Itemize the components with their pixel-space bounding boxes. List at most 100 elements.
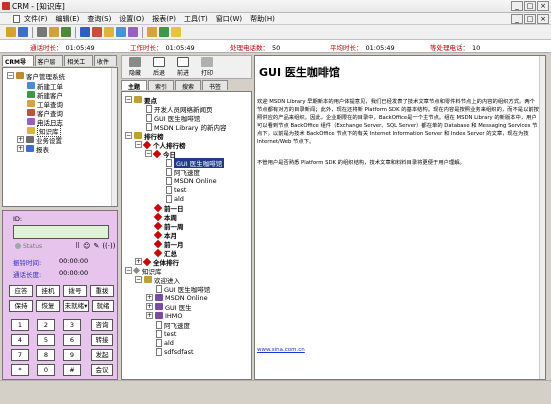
settings-icon[interactable] <box>128 27 138 37</box>
book-icon[interactable] <box>159 27 169 37</box>
tab-contents[interactable]: 主题 <box>121 80 148 91</box>
tree-node[interactable]: sdfsdfast <box>156 347 194 356</box>
key-7[interactable]: 7 <box>11 349 29 361</box>
tab-crm-nav[interactable]: CRM导航 <box>2 55 34 75</box>
pen-icon[interactable]: ✎ <box>93 242 99 250</box>
save-icon[interactable] <box>18 27 28 37</box>
tab-customer[interactable]: 客户层面 <box>34 55 64 75</box>
paste-icon[interactable] <box>61 27 71 37</box>
hold-button[interactable]: 保持 <box>9 300 33 312</box>
collapse-icon[interactable]: − <box>7 72 14 79</box>
key-star[interactable]: * <box>11 364 29 376</box>
article-pane: GUI 医生咖啡馆 欢迎 MSDN Library 早期新本的用户体提意见，我们… <box>254 55 546 380</box>
redial-button[interactable]: 重拨 <box>90 285 114 297</box>
edit-icon[interactable] <box>147 27 157 37</box>
consult-button[interactable]: 咨询 <box>91 319 113 331</box>
tree-root[interactable]: − 客户管理系统 <box>7 71 65 81</box>
close-button[interactable]: × <box>537 1 549 11</box>
key-2[interactable]: 2 <box>37 319 55 331</box>
signal-icon[interactable]: ((·)) <box>102 242 115 250</box>
mdi-maximize-button[interactable]: □ <box>524 14 536 24</box>
tab-bookmarks[interactable]: 书签 <box>202 80 229 91</box>
mdi-minimize-button[interactable]: _ <box>511 14 523 24</box>
book-icon <box>134 132 142 139</box>
chat-icon[interactable] <box>104 27 114 37</box>
key-9[interactable]: 9 <box>63 349 81 361</box>
diamond-icon <box>142 140 152 149</box>
copy-icon[interactable] <box>49 27 59 37</box>
arrow-left-icon <box>153 57 165 67</box>
title-bar: CRM - [知识库] _ □ × <box>0 0 551 13</box>
forward-button[interactable]: 前进 <box>172 57 194 77</box>
not-ready-dropdown[interactable]: 未就绪▾ <box>63 300 89 312</box>
key-5[interactable]: 5 <box>37 334 55 346</box>
key-0[interactable]: 0 <box>37 364 55 376</box>
menu-query[interactable]: 查询(S) <box>83 14 115 24</box>
order-query-icon <box>27 100 35 107</box>
tree-node[interactable]: GUI 医生咖啡馆 <box>156 284 210 294</box>
tree-node[interactable]: − 要点 <box>125 95 157 105</box>
tab-related-orders[interactable]: 相关工单 <box>64 55 93 75</box>
scrollbar[interactable] <box>111 68 117 206</box>
key-6[interactable]: 6 <box>63 334 81 346</box>
scrollbar[interactable] <box>539 56 545 379</box>
tree-node[interactable]: + GUI 医生 <box>146 302 192 312</box>
answer-button[interactable]: 应答 <box>9 285 33 297</box>
back-button[interactable]: 后退 <box>148 57 170 77</box>
document-icon <box>13 14 20 23</box>
menu-file[interactable]: 文件(F) <box>20 14 52 24</box>
call-status-bar: 通话时长： 01:05:49 工作时长： 01:05:49 处理电话数： 50 平均时… <box>0 40 551 53</box>
user-icon[interactable] <box>80 27 90 37</box>
customer-query-icon <box>27 109 35 116</box>
expand-icon[interactable]: + <box>17 145 24 152</box>
tree-node[interactable]: 阿飞速度 <box>166 167 200 177</box>
tree-node[interactable]: test <box>166 185 186 194</box>
menu-reports[interactable]: 报表(P) <box>148 14 180 24</box>
open-folder-icon[interactable] <box>6 27 16 37</box>
tab-search[interactable]: 搜索 <box>175 80 202 91</box>
key-3[interactable]: 3 <box>63 319 81 331</box>
sidebar-item-reports[interactable]: + 报表 <box>17 144 49 154</box>
cut-icon[interactable] <box>37 27 47 37</box>
menu-settings[interactable]: 设置(O) <box>115 14 148 24</box>
tab-index[interactable]: 索引 <box>148 80 175 91</box>
help-icon[interactable] <box>171 27 181 37</box>
key-hash[interactable]: # <box>63 364 81 376</box>
page-icon <box>166 185 172 194</box>
reports-icon <box>26 145 34 152</box>
page-icon <box>156 320 162 329</box>
mdi-close-button[interactable]: × <box>537 14 549 24</box>
maximize-button[interactable]: □ <box>524 1 536 11</box>
key-8[interactable]: 8 <box>37 349 55 361</box>
tree-node[interactable]: test <box>156 329 176 338</box>
tab-inbox[interactable]: 收件箱 <box>93 55 117 75</box>
menu-window[interactable]: 窗口(W) <box>212 14 246 24</box>
keypad-icon[interactable]: ⠿ <box>75 242 80 250</box>
initiate-button[interactable]: 发起 <box>91 349 113 361</box>
resume-button[interactable]: 恢复 <box>36 300 60 312</box>
hide-button[interactable]: 隐藏 <box>124 57 146 77</box>
tree-node[interactable]: 阿飞速度 <box>156 320 190 330</box>
expand-icon[interactable]: + <box>17 136 24 143</box>
menu-edit[interactable]: 编辑(E) <box>52 14 84 24</box>
ready-button[interactable]: 就绪 <box>92 300 114 312</box>
menu-tools[interactable]: 工具(T) <box>180 14 212 24</box>
transfer-button[interactable]: 转接 <box>91 334 113 346</box>
tree-node[interactable]: ald <box>156 338 174 347</box>
print-button[interactable]: 打印 <box>196 57 218 77</box>
conference-button[interactable]: 会议 <box>91 364 113 376</box>
person-icon[interactable]: ☺ <box>83 242 90 250</box>
minimize-button[interactable]: _ <box>511 1 523 11</box>
diamond-icon <box>153 221 163 230</box>
key-1[interactable]: 1 <box>11 319 29 331</box>
tree-node[interactable]: MSDN Online <box>166 176 217 185</box>
dial-button[interactable]: 拨号 <box>63 285 87 297</box>
report-icon[interactable] <box>92 27 102 37</box>
hangup-button[interactable]: 挂机 <box>36 285 60 297</box>
tree-node[interactable]: − 今日 <box>145 149 176 159</box>
menu-help[interactable]: 帮助(H) <box>246 14 279 24</box>
tree-node[interactable]: − 个人排行榜 <box>135 140 186 150</box>
article-link[interactable]: www.sina.com.cn <box>257 347 305 353</box>
key-4[interactable]: 4 <box>11 334 29 346</box>
search-icon[interactable] <box>116 27 126 37</box>
